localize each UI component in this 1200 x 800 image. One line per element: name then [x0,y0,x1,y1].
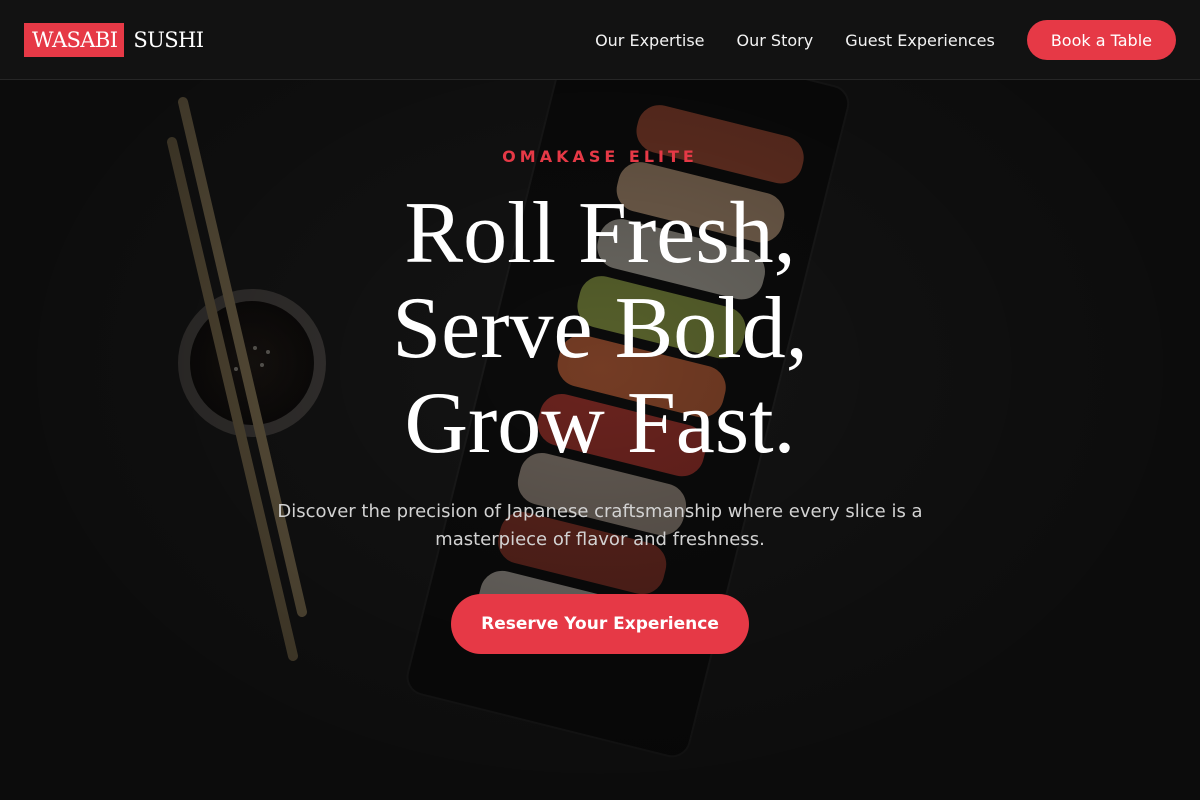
hero-headline: Roll Fresh, Serve Bold, Grow Fast. [0,186,1200,471]
hero-section: OMAKASE ELITE Roll Fresh, Serve Bold, Gr… [0,80,1200,800]
hero-eyebrow: OMAKASE ELITE [502,147,698,166]
book-table-button[interactable]: Book a Table [1026,20,1176,60]
logo-text: SUSHI [133,28,204,52]
reserve-experience-button[interactable]: Reserve Your Experience [451,594,749,654]
site-header: WASABI SUSHI Our Expertise Our Story Gue… [0,0,1200,80]
nav-link-guest-experiences[interactable]: Guest Experiences [845,31,995,50]
page: WASABI SUSHI Our Expertise Our Story Gue… [0,0,1200,800]
logo-badge: WASABI [24,23,125,57]
headline-line-2: Serve Bold, [392,280,808,377]
nav-link-our-story[interactable]: Our Story [737,31,814,50]
main-nav: Our Expertise Our Story Guest Experience… [595,0,1176,80]
headline-line-1: Roll Fresh, [404,185,796,282]
headline-line-3: Grow Fast. [404,375,796,472]
hero-subtext: Discover the precision of Japanese craft… [277,501,923,550]
nav-link-our-expertise[interactable]: Our Expertise [595,31,704,50]
brand-logo[interactable]: WASABI SUSHI [24,23,204,57]
